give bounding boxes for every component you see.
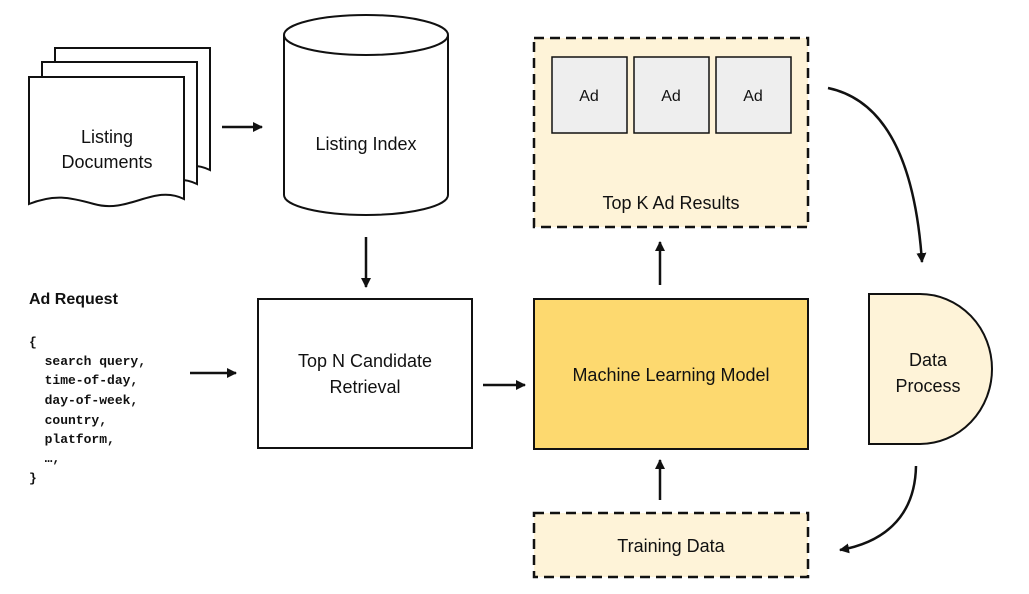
- listing-index-node: Listing Index: [283, 14, 449, 216]
- listing-documents-label-2: Documents: [61, 152, 152, 172]
- ml-model-node: Machine Learning Model: [533, 298, 809, 450]
- arrow-dataprocess-to-training: [839, 465, 918, 554]
- data-process-label-1: Data: [909, 350, 948, 370]
- ad-card-3-label: Ad: [743, 88, 763, 105]
- ad-card-1-label: Ad: [579, 88, 599, 105]
- data-process-node: Data Process: [868, 293, 993, 445]
- ad-request-line-3: day-of-week,: [29, 393, 138, 408]
- listing-index-label: Listing Index: [315, 134, 416, 154]
- top-n-retrieval-node: Top N Candidate Retrieval: [257, 298, 473, 449]
- top-n-label-2: Retrieval: [329, 377, 400, 397]
- top-n-label-1: Top N Candidate: [298, 351, 432, 371]
- ad-request-line-4: country,: [29, 413, 107, 428]
- ad-request-line-1: search query,: [29, 354, 146, 369]
- ad-request-line-2: time-of-day,: [29, 373, 138, 388]
- top-k-results-node: Ad Ad Ad Top K Ad Results: [532, 36, 810, 229]
- ml-model-label: Machine Learning Model: [572, 365, 769, 385]
- diagram-canvas: Listing Documents Listing Index Ad Reque…: [0, 0, 1029, 594]
- ad-request-block: Ad Request { search query, time-of-day, …: [29, 291, 146, 486]
- ad-request-title: Ad Request: [29, 291, 119, 308]
- top-k-label: Top K Ad Results: [602, 193, 739, 213]
- ad-card-2-label: Ad: [661, 88, 681, 105]
- data-process-label-2: Process: [895, 376, 960, 396]
- listing-documents-node: Listing Documents: [28, 47, 211, 207]
- arrow-topk-to-dataprocess: [827, 86, 927, 263]
- training-data-label: Training Data: [617, 536, 725, 556]
- training-data-node: Training Data: [532, 511, 810, 579]
- ad-request-line-6: …,: [29, 451, 60, 466]
- listing-documents-label-1: Listing: [81, 127, 133, 147]
- ad-request-line-0: {: [29, 335, 37, 350]
- diagram-svg: Listing Documents Listing Index Ad Reque…: [28, 14, 993, 579]
- ad-request-line-7: }: [29, 471, 37, 486]
- ad-request-line-5: platform,: [29, 432, 115, 447]
